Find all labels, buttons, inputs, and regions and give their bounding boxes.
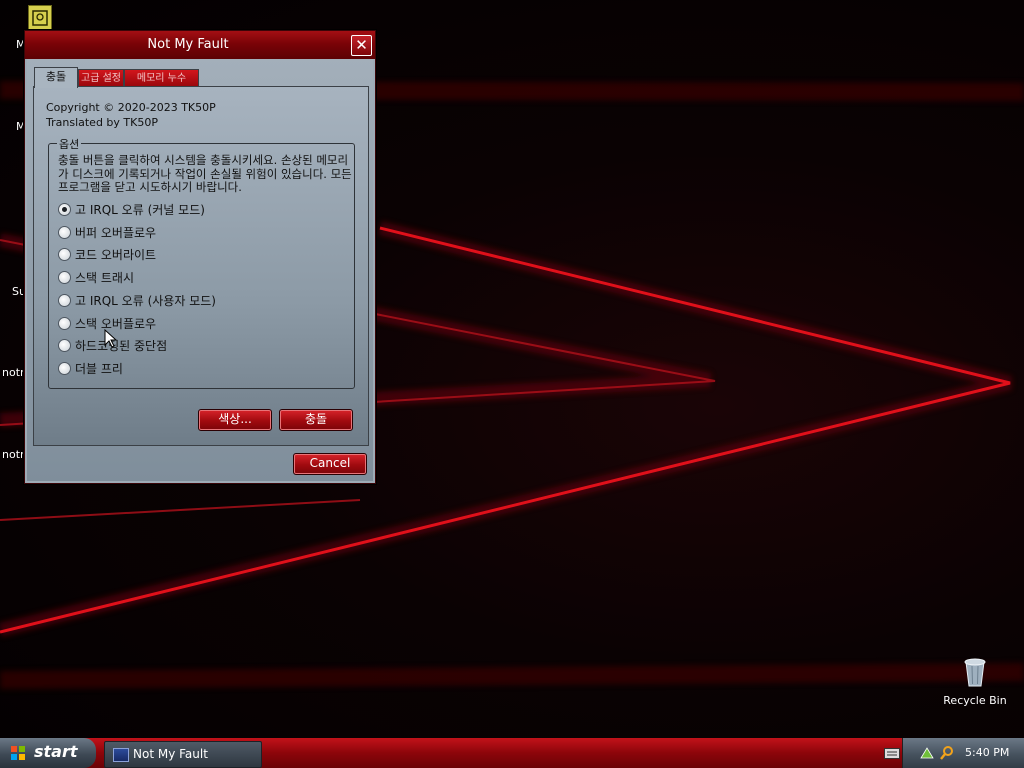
recycle-bin-label: Recycle Bin xyxy=(943,694,1007,707)
radio-button[interactable] xyxy=(58,338,71,352)
clock: 5:40 PM xyxy=(965,746,1010,759)
radio-button-selected[interactable] xyxy=(58,202,71,216)
mouse-cursor-icon xyxy=(104,329,118,348)
option-label: 고 IRQL 오류 (커널 모드) xyxy=(75,202,205,217)
options-legend: 옵션 xyxy=(57,136,82,152)
close-icon: ✕ xyxy=(355,36,368,54)
network-icon[interactable] xyxy=(919,745,935,761)
recycle-bin-shortcut[interactable]: Recycle Bin xyxy=(940,656,1010,712)
radio-button[interactable] xyxy=(58,293,71,307)
desktop-icon-label-partial[interactable]: notr xyxy=(2,448,25,461)
taskbar-item-not-my-fault[interactable]: Not My Fault xyxy=(104,741,262,768)
window-client: 충돌 고급 설정 메모리 누수 Copyright © 2020-2023 TK… xyxy=(27,59,373,481)
notepad-icon xyxy=(32,10,48,26)
window-app-icon xyxy=(113,748,129,762)
radio-button[interactable] xyxy=(58,270,71,284)
start-label: start xyxy=(34,742,78,761)
radio-button[interactable] xyxy=(58,316,71,330)
option-label: 코드 오버라이트 xyxy=(75,247,157,262)
crash-button[interactable]: 충돌 xyxy=(279,409,353,431)
recycle-bin-icon xyxy=(964,658,986,687)
option-high-irql-user[interactable]: 고 IRQL 오류 (사용자 모드) xyxy=(58,291,216,309)
option-label: 스택 트래시 xyxy=(75,270,135,285)
options-groupbox: 옵션 충돌 버튼을 클릭하여 시스템을 충돌시키세요. 손상된 메모리가 디스크… xyxy=(48,136,355,389)
option-code-overwrite[interactable]: 코드 오버라이트 xyxy=(58,245,156,263)
crash-tab-panel: Copyright © 2020-2023 TK50P Translated b… xyxy=(33,86,369,446)
window-title: Not My Fault xyxy=(147,37,229,52)
title-bar[interactable]: Not My Fault ✕ xyxy=(25,31,375,59)
windows-logo-icon xyxy=(11,746,25,760)
cancel-button[interactable]: Cancel xyxy=(293,453,367,475)
option-label: 버퍼 오버플로우 xyxy=(75,225,157,240)
radio-button[interactable] xyxy=(58,247,71,261)
translator-text: Translated by TK50P xyxy=(46,116,158,129)
option-high-irql-kernel[interactable]: 고 IRQL 오류 (커널 모드) xyxy=(58,200,205,218)
system-tray: 5:40 PM xyxy=(902,738,1024,768)
color-button[interactable]: 색상... xyxy=(198,409,272,431)
not-my-fault-window: Not My Fault ✕ 충돌 고급 설정 메모리 누수 Copyright… xyxy=(24,30,376,484)
start-button[interactable]: start xyxy=(0,738,96,768)
search-icon[interactable] xyxy=(939,745,955,761)
option-label: 더블 프리 xyxy=(75,361,123,376)
radio-button[interactable] xyxy=(58,361,71,375)
option-label: 하드코딩된 중단점 xyxy=(75,338,168,353)
radio-button[interactable] xyxy=(58,225,71,239)
copyright-text: Copyright © 2020-2023 TK50P xyxy=(46,101,216,114)
keyboard-icon[interactable] xyxy=(884,748,900,760)
desktop-icon-label-partial[interactable]: notr xyxy=(2,366,25,379)
option-stack-trash[interactable]: 스택 트래시 xyxy=(58,268,134,286)
option-double-free[interactable]: 더블 프리 xyxy=(58,359,123,377)
taskbar-item-label: Not My Fault xyxy=(133,747,208,761)
option-label: 고 IRQL 오류 (사용자 모드) xyxy=(75,293,216,308)
close-button[interactable]: ✕ xyxy=(351,35,372,56)
option-buffer-overflow[interactable]: 버퍼 오버플로우 xyxy=(58,223,156,241)
taskbar: start Not My Fault 5:40 PM xyxy=(0,738,1024,768)
notepad-shortcut-icon[interactable] xyxy=(28,5,52,31)
options-description: 충돌 버튼을 클릭하여 시스템을 충돌시키세요. 손상된 메모리가 디스크에 기… xyxy=(58,153,352,194)
tab-crash[interactable]: 충돌 xyxy=(34,67,78,88)
